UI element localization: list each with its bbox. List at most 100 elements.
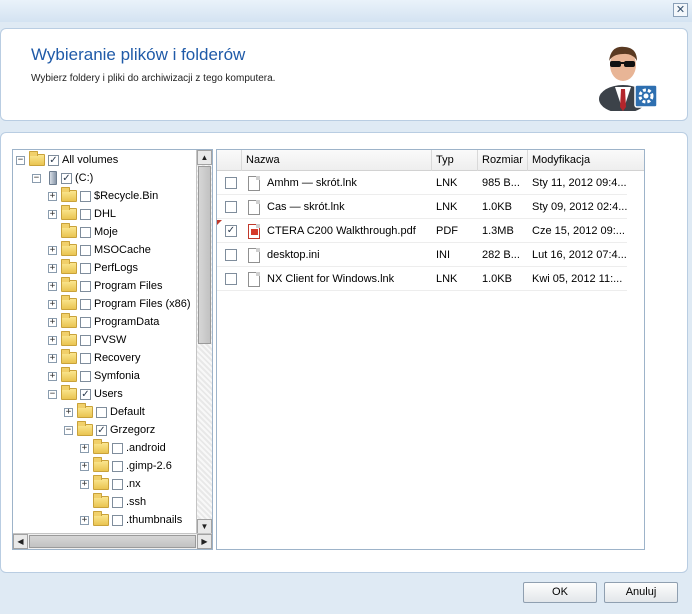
tree-node[interactable]: + ProgramData (48, 313, 159, 331)
tree-node[interactable]: + Program Files (x86) (48, 295, 191, 313)
column-header-modified[interactable]: Modyfikacja (527, 150, 635, 171)
tree-node-label: All volumes (62, 154, 119, 166)
file-row-checkbox[interactable] (225, 177, 237, 189)
tree-node[interactable]: + Recovery (48, 349, 140, 367)
expand-icon[interactable]: + (80, 515, 89, 525)
tree-node-checkbox[interactable]: ✓ (48, 154, 59, 166)
file-row-checkbox[interactable] (225, 273, 237, 285)
file-row[interactable]: desktop.ini INI 282 B... Lut 16, 2012 07:4.… (217, 244, 627, 267)
tree-node-checkbox[interactable] (80, 370, 91, 382)
tree-node[interactable]: + PVSW (48, 331, 126, 349)
tree-node[interactable]: − ✓ Users (48, 385, 123, 403)
tree-node-checkbox[interactable] (80, 226, 91, 238)
folder-tree[interactable]: − ✓ All volumes − ✓ (C:) + $Recycle.Bin + DHL Moje… (12, 149, 213, 550)
folder-icon (61, 295, 77, 310)
tree-node-checkbox[interactable] (80, 334, 91, 346)
tree-horizontal-scrollbar[interactable]: ◀ ▶ (13, 533, 212, 549)
file-row-checkbox[interactable] (225, 201, 237, 213)
expand-icon[interactable]: + (48, 335, 57, 345)
tree-node[interactable]: + Program Files (48, 277, 162, 295)
tree-node-label: .gimp-2.6 (126, 460, 172, 472)
tree-node[interactable]: − ✓ Grzegorz (64, 421, 155, 439)
tree-node-checkbox[interactable] (80, 298, 91, 310)
tree-node[interactable]: + .android (80, 439, 166, 457)
file-size-cell: 282 B... (482, 249, 520, 261)
tree-node-checkbox[interactable] (112, 460, 123, 472)
file-list[interactable]: Nazwa Typ Rozmiar Modyfikacja Amhm — skr… (216, 149, 645, 550)
tree-node-checkbox[interactable] (112, 496, 123, 508)
expand-icon[interactable]: + (48, 299, 57, 309)
tree-vertical-scrollbar[interactable]: ▲ ▼ (196, 150, 212, 534)
expand-icon[interactable]: + (48, 353, 57, 363)
file-name-cell: Amhm — skrót.lnk (267, 177, 357, 189)
tree-node-checkbox[interactable] (80, 208, 91, 220)
tree-node[interactable]: + DHL (48, 205, 116, 223)
scroll-right-arrow-icon[interactable]: ▶ (197, 534, 212, 549)
tree-node-checkbox[interactable] (80, 244, 91, 256)
expand-icon[interactable]: + (80, 461, 89, 471)
file-row[interactable]: Amhm — skrót.lnk LNK 985 B... Sty 11, 2012 … (217, 172, 627, 195)
column-header-size[interactable]: Rozmiar (477, 150, 527, 171)
scroll-up-arrow-icon[interactable]: ▲ (197, 150, 212, 165)
column-header-type[interactable]: Typ (431, 150, 477, 171)
tree-node-checkbox[interactable] (112, 478, 123, 490)
close-icon[interactable]: ✕ (673, 3, 688, 17)
folder-icon (61, 205, 77, 220)
tree-node-checkbox[interactable] (80, 316, 91, 328)
file-row-checkbox[interactable]: ✓ (225, 225, 237, 237)
collapse-icon[interactable]: − (48, 389, 57, 399)
tree-node[interactable]: Moje (48, 223, 118, 241)
collapse-icon[interactable]: − (64, 425, 73, 435)
expand-icon[interactable]: + (48, 263, 57, 273)
file-type-cell: LNK (436, 273, 458, 285)
tree-node[interactable]: + Default (64, 403, 145, 421)
tree-node[interactable]: + Symfonia (48, 367, 140, 385)
file-row[interactable]: ✓ CTERA C200 Walkthrough.pdf PDF 1.3MB Cze 1… (217, 220, 627, 243)
tree-node-checkbox[interactable] (96, 406, 107, 418)
tree-node-checkbox[interactable] (80, 280, 91, 292)
tree-node[interactable]: + .thumbnails (80, 511, 182, 529)
expand-icon[interactable]: + (64, 407, 73, 417)
tree-node-checkbox[interactable] (80, 262, 91, 274)
tree-node-checkbox[interactable] (112, 514, 123, 526)
file-type-cell: LNK (436, 177, 458, 189)
folder-icon (61, 331, 77, 346)
expand-icon[interactable]: + (48, 209, 57, 219)
tree-node-checkbox[interactable]: ✓ (96, 424, 107, 436)
collapse-icon[interactable]: − (16, 155, 25, 165)
cancel-button[interactable]: Anuluj (604, 582, 678, 603)
expand-icon[interactable]: + (48, 281, 57, 291)
file-row[interactable]: Cas — skrót.lnk LNK 1.0KB Sty 09, 2012 02:4… (217, 196, 627, 219)
expand-icon[interactable]: + (48, 371, 57, 381)
scroll-left-arrow-icon[interactable]: ◀ (13, 534, 28, 549)
expand-icon[interactable]: + (48, 317, 57, 327)
tree-node[interactable]: + PerfLogs (48, 259, 138, 277)
file-row-checkbox[interactable] (225, 249, 237, 261)
collapse-icon[interactable]: − (32, 173, 41, 183)
expand-icon[interactable]: + (80, 479, 89, 489)
tree-node[interactable]: .ssh (80, 493, 146, 511)
file-row[interactable]: NX Client for Windows.lnk LNK 1.0KB Kwi 05,… (217, 268, 627, 291)
tree-node[interactable]: − ✓ (C:) (32, 169, 93, 187)
tree-node-checkbox[interactable] (80, 352, 91, 364)
expand-icon[interactable]: + (48, 245, 57, 255)
tree-node[interactable]: + $Recycle.Bin (48, 187, 158, 205)
tree-node[interactable]: + .nx (80, 475, 141, 493)
header-panel: Wybieranie plików i folderów Wybierz fol… (0, 28, 688, 121)
ok-button[interactable]: OK (523, 582, 597, 603)
column-header-name[interactable]: Nazwa (241, 150, 431, 171)
expand-icon[interactable]: + (48, 191, 57, 201)
tree-node[interactable]: − ✓ All volumes (16, 151, 118, 169)
tree-node[interactable]: + .gimp-2.6 (80, 457, 172, 475)
expand-icon[interactable]: + (80, 443, 89, 453)
tree-scroll-thumb[interactable] (198, 166, 211, 344)
tree-node-checkbox[interactable] (80, 190, 91, 202)
tree-node[interactable]: + MSOCache (48, 241, 151, 259)
file-type-cell: PDF (436, 225, 458, 237)
tree-node-checkbox[interactable] (112, 442, 123, 454)
tree-hscroll-thumb[interactable] (29, 535, 196, 548)
tree-node-checkbox[interactable]: ✓ (80, 388, 91, 400)
scroll-down-arrow-icon[interactable]: ▼ (197, 519, 212, 534)
file-size-cell: 1.0KB (482, 273, 512, 285)
tree-node-checkbox[interactable]: ✓ (61, 172, 72, 184)
